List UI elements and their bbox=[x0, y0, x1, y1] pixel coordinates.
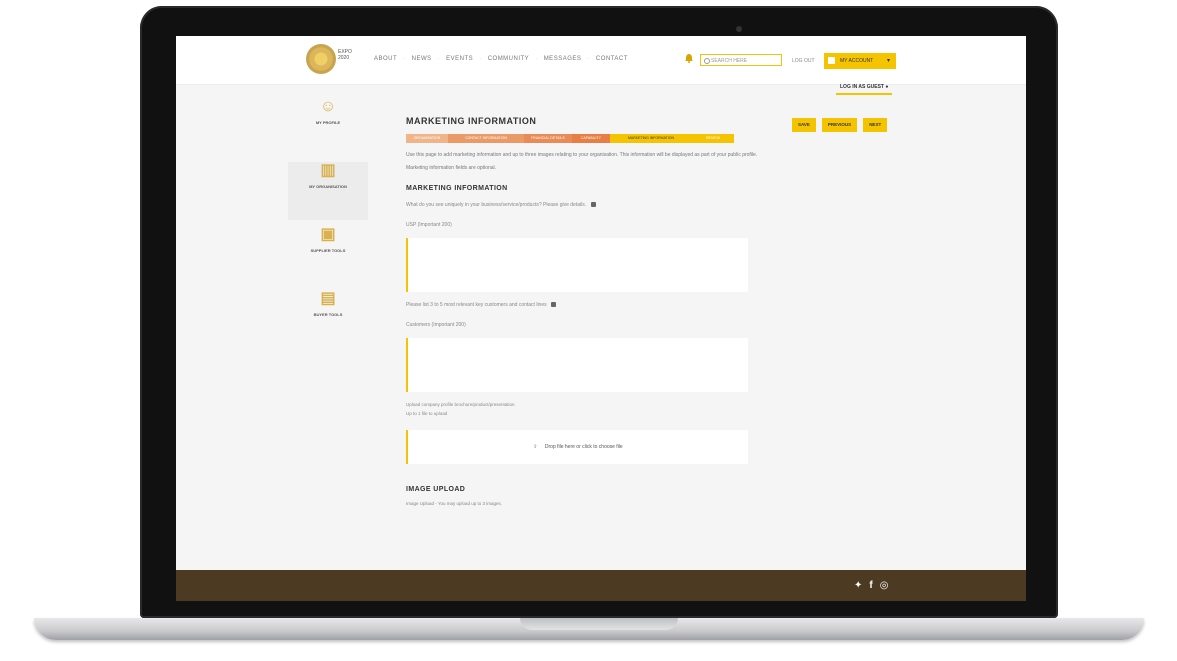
field-2-label: Customers (Important 200) bbox=[406, 322, 466, 328]
logout-link[interactable]: LOG IN AS GUEST ● bbox=[836, 82, 893, 95]
intro-text: Use this page to add marketing informati… bbox=[406, 152, 758, 158]
chevron-down-icon: ▾ bbox=[886, 58, 890, 64]
search-icon bbox=[704, 58, 710, 64]
progress-steps: ORGANISATION CONTACT INFORMATION FINANCI… bbox=[406, 134, 734, 143]
save-button[interactable]: SAVE bbox=[792, 118, 816, 132]
question-1-text: What do you see uniquely in your busines… bbox=[406, 202, 587, 208]
twitter-icon[interactable]: ✦ bbox=[854, 580, 862, 591]
account-icon bbox=[828, 57, 835, 64]
laptop-mockup: EXPO 2020 ABOUT · NEWS · EVENTS · COMMUNITY… bbox=[0, 0, 1177, 661]
main-content: MARKETING INFORMATION ORGANISATION CONTA… bbox=[406, 116, 766, 506]
sidebar-item-label: MY PROFILE bbox=[315, 120, 341, 125]
nav-messages[interactable]: MESSAGES bbox=[544, 56, 582, 62]
image-upload-note: Image Upload - You may upload up to 3 im… bbox=[406, 501, 503, 506]
help-icon[interactable] bbox=[551, 302, 557, 308]
laptop-notch bbox=[520, 618, 678, 630]
screen: EXPO 2020 ABOUT · NEWS · EVENTS · COMMUNITY… bbox=[176, 36, 1026, 601]
customers-textarea[interactable] bbox=[406, 338, 748, 392]
nav-community[interactable]: COMMUNITY bbox=[488, 56, 530, 62]
field-1-label: USP (Important 200) bbox=[406, 222, 452, 228]
sidebar-item-label: BUYER TOOLS bbox=[313, 312, 343, 317]
social-links: ✦ f ◎ bbox=[854, 580, 888, 591]
nav-news[interactable]: NEWS bbox=[412, 56, 432, 62]
usp-textarea[interactable] bbox=[406, 238, 748, 292]
facebook-icon[interactable]: f bbox=[869, 580, 872, 591]
upload-icon: ⇪ bbox=[533, 444, 538, 450]
sidebar: ☺ MY PROFILE ▥ MY ORGANISATION ▣ SUPPLIE… bbox=[288, 92, 368, 348]
action-buttons: SAVE PREVIOUS NEXT bbox=[792, 118, 888, 132]
building-icon: ▥ bbox=[320, 162, 336, 179]
upload-note-2: Up to 1 file to upload bbox=[406, 411, 448, 416]
box-icon: ▤ bbox=[320, 290, 336, 307]
section-title: MARKETING INFORMATION bbox=[406, 185, 508, 192]
page-title: MARKETING INFORMATION bbox=[406, 116, 537, 126]
question-1: What do you see uniquely in your busines… bbox=[406, 202, 766, 208]
previous-button[interactable]: PREVIOUS bbox=[821, 118, 858, 132]
logo-text: EXPO 2020 bbox=[338, 49, 352, 61]
nav-about[interactable]: ABOUT bbox=[374, 56, 397, 62]
briefcase-icon: ▣ bbox=[320, 226, 336, 243]
account-label: MY ACCOUNT bbox=[840, 58, 874, 64]
sidebar-item-label: SUPPLIER TOOLS bbox=[310, 248, 346, 253]
sidebar-item-profile[interactable]: ☺ MY PROFILE bbox=[288, 98, 368, 156]
optional-note: Marketing information fields are optiona… bbox=[406, 165, 497, 171]
logout-label: LOG IN AS GUEST bbox=[840, 84, 884, 90]
search-input[interactable]: SEARCH HERE bbox=[700, 54, 782, 66]
expo-logo-icon[interactable] bbox=[306, 44, 336, 74]
sidebar-item-buyer-tools[interactable]: ▤ BUYER TOOLS bbox=[288, 290, 368, 348]
step-marketing-information[interactable]: MARKETING INFORMATION bbox=[610, 134, 692, 143]
account-dropdown[interactable]: MY ACCOUNT ▾ bbox=[824, 53, 896, 69]
image-upload-title: IMAGE UPLOAD bbox=[406, 486, 466, 493]
login-link[interactable]: LOG OUT bbox=[792, 58, 815, 64]
search-placeholder: SEARCH HERE bbox=[711, 58, 748, 64]
user-icon: ☺ bbox=[319, 98, 337, 115]
upload-note-1: Upload company profile brochure/product/… bbox=[406, 402, 515, 407]
step-financial-details[interactable]: FINANCIAL DETAILS bbox=[524, 134, 572, 143]
file-dropzone[interactable]: ⇪ Drop file here or click to choose file bbox=[406, 430, 748, 464]
step-review[interactable]: REVIEW bbox=[692, 134, 734, 143]
question-2: Please list 3 to 5 most relevant key cus… bbox=[406, 302, 766, 308]
camera bbox=[736, 26, 742, 32]
sidebar-item-organisation[interactable]: ▥ MY ORGANISATION bbox=[288, 162, 368, 220]
step-capability[interactable]: CAPABILITY bbox=[572, 134, 610, 143]
instagram-icon[interactable]: ◎ bbox=[880, 580, 889, 591]
footer: ✦ f ◎ bbox=[176, 570, 1026, 601]
next-button[interactable]: NEXT bbox=[863, 118, 888, 132]
help-icon[interactable] bbox=[590, 202, 596, 208]
top-navigation: EXPO 2020 ABOUT · NEWS · EVENTS · COMMUNITY… bbox=[176, 36, 1026, 85]
main-menu: ABOUT · NEWS · EVENTS · COMMUNITY · MESSAGES… bbox=[374, 56, 628, 62]
nav-contact[interactable]: CONTACT bbox=[596, 56, 628, 62]
step-contact-information[interactable]: CONTACT INFORMATION bbox=[448, 134, 524, 143]
step-organisation[interactable]: ORGANISATION bbox=[406, 134, 448, 143]
dropzone-label: Drop file here or click to choose file bbox=[544, 444, 623, 450]
bell-icon[interactable] bbox=[684, 53, 694, 63]
question-2-text: Please list 3 to 5 most relevant key cus… bbox=[406, 302, 547, 308]
nav-events[interactable]: EVENTS bbox=[446, 56, 473, 62]
sidebar-item-label: MY ORGANISATION bbox=[309, 184, 347, 189]
sidebar-item-supplier-tools[interactable]: ▣ SUPPLIER TOOLS bbox=[288, 226, 368, 284]
